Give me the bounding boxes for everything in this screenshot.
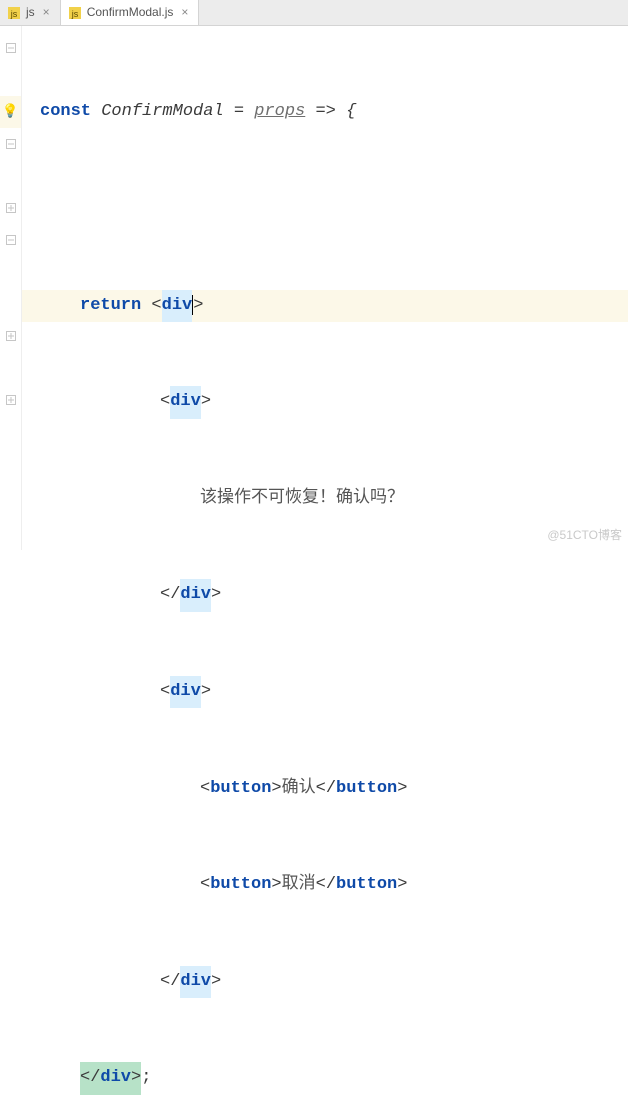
lightbulb-icon: 💡 [2,100,18,125]
tab-active[interactable]: js ConfirmModal.js × [61,0,200,25]
jsx-tag: div [180,966,211,998]
code-line: <button>确认</button> [22,773,628,805]
code-line: 该操作不可恢复！确认吗？ [22,483,628,515]
jsx-text: 确认 [282,773,316,805]
jsx-tag: button [210,869,271,901]
gutter: 💡 [0,26,22,550]
svg-text:js: js [10,9,18,19]
code-area[interactable]: const ConfirmModal = props => { return <… [22,26,628,550]
jsx-tag: button [336,773,397,805]
jsx-tag: div [170,386,201,418]
code-line-highlighted: return <div> [22,290,628,322]
keyword: return [80,290,141,322]
jsx-tag: button [210,773,271,805]
js-file-icon: js [8,7,20,19]
parameter: props [254,96,305,128]
code-line: </div> [22,580,628,612]
keyword: const [40,96,91,128]
operator: = [224,96,255,128]
tab-active-label: ConfirmModal.js [87,1,174,24]
intention-bulb[interactable]: 💡 [0,96,21,128]
fold-marker[interactable] [0,32,21,64]
tab-inactive[interactable]: js js × [0,0,61,25]
jsx-tag: div [162,290,193,322]
code-line: <div> [22,386,628,418]
code-line: </div>; [22,1063,628,1095]
jsx-text: 该操作不可恢复！确认吗？ [200,483,404,515]
fold-marker[interactable] [0,224,21,256]
code-line: <button>取消</button> [22,869,628,901]
close-icon[interactable]: × [41,1,52,24]
fold-marker[interactable] [0,192,21,224]
code-line [22,193,628,225]
jsx-tag: div [170,676,201,708]
svg-text:js: js [70,9,78,19]
tab-inactive-label: js [26,1,35,24]
jsx-tag: div [180,579,211,611]
identifier: ConfirmModal [101,96,223,128]
punct: ; [141,1062,151,1094]
code-line: <div> [22,676,628,708]
code-line: </div> [22,966,628,998]
editor: 💡 const ConfirmModal = props => { return… [0,26,628,550]
fold-marker[interactable] [0,128,21,160]
fold-marker[interactable] [0,384,21,416]
tab-bar: js js × js ConfirmModal.js × [0,0,628,26]
jsx-tag: button [336,869,397,901]
arrow: => { [305,96,356,128]
close-icon[interactable]: × [179,1,190,24]
jsx-tag: div [100,1062,131,1094]
watermark: @51CTO博客 [547,524,622,547]
code-line: const ConfirmModal = props => { [22,97,628,129]
jsx-text: 取消 [282,869,316,901]
caret [192,295,193,315]
fold-marker[interactable] [0,320,21,352]
js-file-icon: js [69,7,81,19]
